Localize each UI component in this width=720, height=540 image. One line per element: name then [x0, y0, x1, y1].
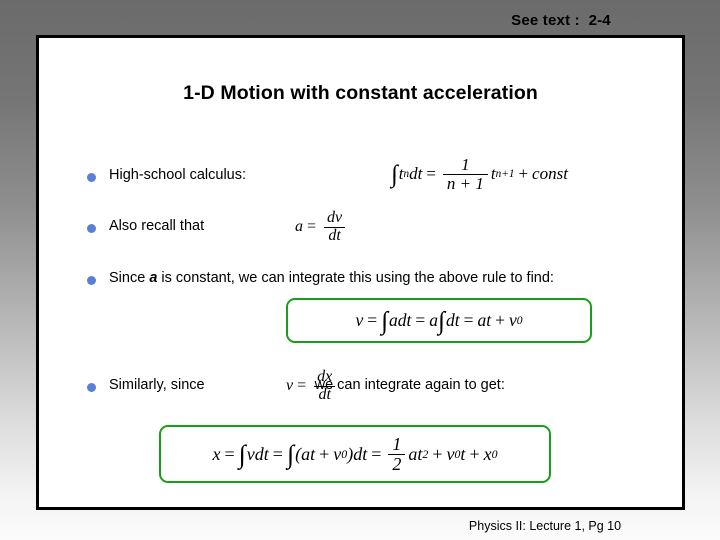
- velocity-symbol: v: [286, 377, 294, 395]
- fraction-denominator: n + 1: [442, 173, 488, 193]
- equals-sign-3: =: [463, 310, 474, 330]
- result-at: at: [408, 443, 423, 464]
- bullet-item-high-school-calculus: High-school calculus:: [87, 167, 246, 184]
- fraction-one-half: 1 2: [388, 433, 406, 474]
- equals-sign-1: =: [224, 443, 235, 464]
- bullet-dot-icon: [87, 383, 96, 392]
- bullet-dot-icon: [87, 224, 96, 233]
- fraction-denominator: dt: [324, 226, 345, 245]
- text-before-italic: Since: [109, 270, 150, 286]
- integral-sign-icon: ∫: [238, 440, 246, 470]
- bullet-dot-icon: [87, 173, 96, 182]
- text-after-formula: we can integrate again to get:: [314, 377, 505, 393]
- equals-sign-2: =: [272, 443, 283, 464]
- fraction-dx-dt: dx dt: [313, 368, 336, 404]
- fraction-numerator: dx: [317, 368, 333, 385]
- equation-box-velocity: v = ∫ adt = a ∫ dt = at + v0: [286, 298, 592, 343]
- plus-sign: +: [518, 164, 529, 184]
- formula-velocity-integral: v = ∫ adt = a ∫ dt = at + v0: [355, 306, 523, 335]
- integral-sign-icon: ∫: [381, 306, 389, 335]
- formula-acceleration-definition: a = dv dt: [295, 209, 349, 245]
- fraction-denominator: 2: [388, 453, 406, 474]
- equation-box-position: x = ∫ vdt = ∫ ( at + v0 ) dt = 1 2 at 2 +…: [159, 425, 551, 483]
- bullet-label-also-recall: Also recall that: [109, 218, 205, 234]
- formula-velocity-definition: v = dx dt: [286, 368, 339, 404]
- see-text-note: See text : 2-4: [511, 12, 611, 29]
- equals-sign-2: =: [415, 310, 426, 330]
- equals-sign: =: [297, 377, 307, 395]
- fraction-one-over-n-plus-one: 1 n + 1: [442, 155, 488, 193]
- equals-sign-1: =: [367, 310, 378, 330]
- integral-sign-icon: ∫: [438, 306, 445, 335]
- integrand-dt: dt: [446, 310, 460, 330]
- initial-velocity-result: v: [446, 443, 455, 464]
- bullet-label-high-school-calculus: High-school calculus:: [109, 167, 247, 183]
- acceleration-symbol: a: [295, 218, 303, 236]
- equals-sign: =: [426, 164, 436, 184]
- fraction-numerator: dv: [327, 209, 343, 226]
- velocity-symbol: v: [355, 310, 364, 330]
- integral-sign-icon: ∫: [391, 160, 398, 188]
- formula-position-integral: x = ∫ vdt = ∫ ( at + v0 ) dt = 1 2 at 2 +…: [212, 433, 498, 474]
- formula-integral-power-rule: ∫ tn dt = 1 n + 1 t n+1 + const: [391, 155, 568, 193]
- plus-sign: +: [495, 310, 505, 330]
- integrand-adt: adt: [389, 310, 412, 330]
- equals-sign-3: =: [371, 443, 382, 464]
- bullet-label-since-a-constant: Since a is constant, we can integrate th…: [109, 270, 554, 287]
- slide-title: 1-D Motion with constant acceleration: [183, 82, 538, 104]
- slide-canvas: 1-D Motion with constant acceleration Hi…: [36, 35, 685, 510]
- integrand-vdt: vdt: [246, 443, 269, 464]
- slide-viewer: See text : 2-4 1-D Motion with constant …: [0, 0, 720, 540]
- bullet-item-also-recall: Also recall that: [87, 218, 204, 235]
- constant-term: const: [532, 164, 568, 184]
- result-at: at: [477, 310, 492, 330]
- bullet-dot-icon: [87, 276, 96, 285]
- position-symbol: x: [212, 443, 221, 464]
- slide-footer: Physics II: Lecture 1, Pg 10: [468, 519, 622, 533]
- result-base: t: [490, 164, 496, 184]
- fraction-numerator: 1: [392, 433, 402, 454]
- initial-velocity-symbol-inner: v: [333, 443, 342, 464]
- fraction-numerator: 1: [461, 155, 470, 174]
- differential: dt: [409, 164, 423, 184]
- fraction-denominator: dt: [314, 385, 335, 404]
- term-at: at: [301, 443, 316, 464]
- text-before-formula: Similarly, since: [109, 377, 205, 393]
- integral-sign-icon: ∫: [286, 440, 295, 470]
- equals-sign: =: [307, 218, 317, 236]
- plus-sign-2: +: [469, 443, 480, 464]
- plus-sign-1: +: [432, 443, 443, 464]
- initial-position-symbol: x: [483, 443, 492, 464]
- text-after-italic: is constant, we can integrate this using…: [157, 270, 554, 286]
- factor-a: a: [429, 310, 439, 330]
- differential-dt: dt: [353, 443, 368, 464]
- initial-velocity-symbol: v: [509, 310, 517, 330]
- plus-sign-inner: +: [319, 443, 330, 464]
- fraction-dv-dt: dv dt: [323, 209, 346, 245]
- bullet-item-since-a-constant: Since a is constant, we can integrate th…: [87, 270, 647, 287]
